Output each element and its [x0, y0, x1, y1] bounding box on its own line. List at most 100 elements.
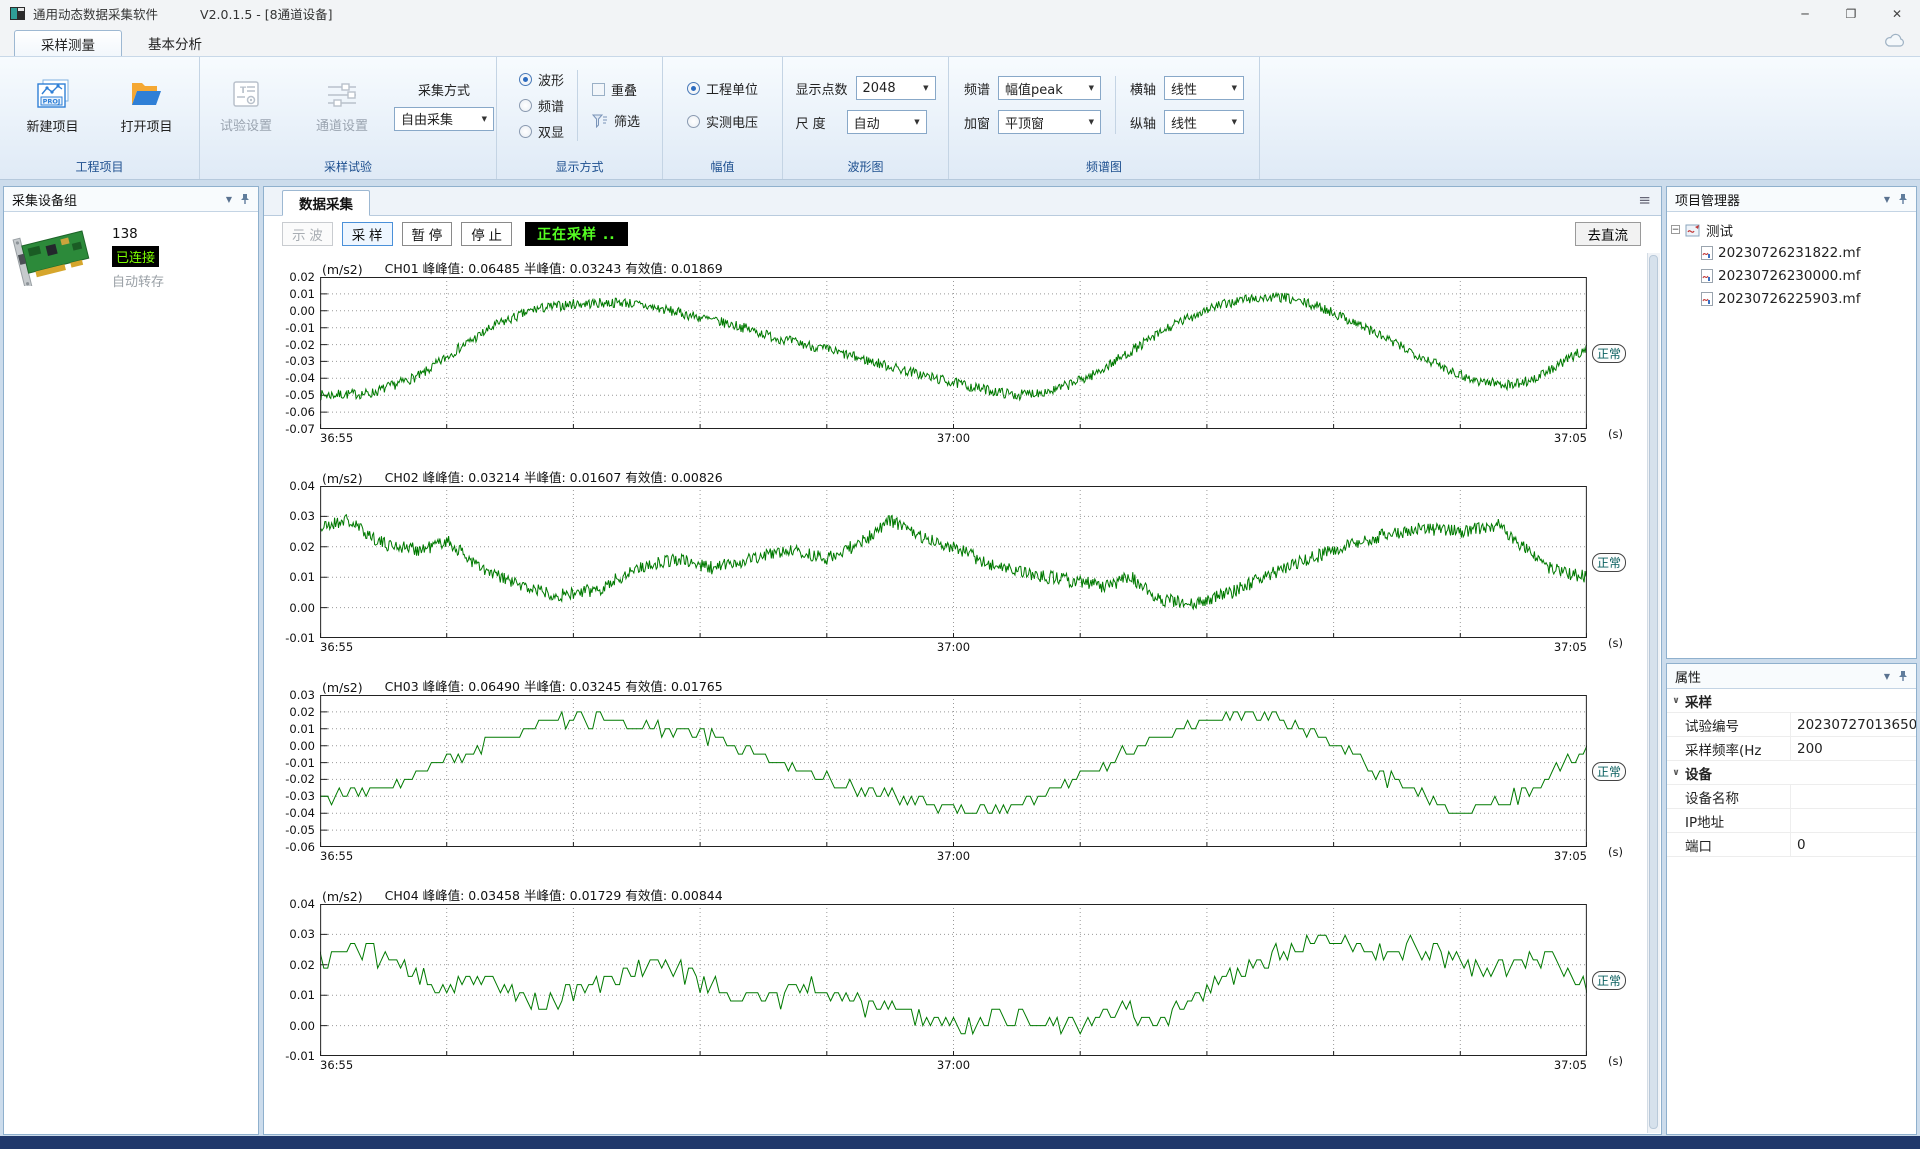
property-value: 0: [1790, 833, 1916, 856]
remove-dc-button[interactable]: 去直流: [1575, 222, 1642, 246]
y-tick-label: 0.04: [289, 479, 315, 493]
tab-basic-analysis[interactable]: 基本分析: [122, 30, 228, 56]
scale-select[interactable]: 自动▼: [847, 110, 927, 134]
y-tick-label: -0.04: [285, 371, 315, 385]
maximize-icon[interactable]: ❐: [1828, 0, 1874, 27]
spectrum-label: 频谱: [964, 79, 990, 98]
checkbox-icon: [592, 83, 605, 96]
group-project: PROJ 新建项目 打开项目: [0, 57, 200, 153]
panel-collapse-icon[interactable]: ▼: [226, 195, 232, 204]
x-tick-label: 36:55: [320, 849, 353, 863]
status-strip: [0, 1136, 1920, 1149]
radio-icon: [687, 115, 700, 128]
channel-settings-button[interactable]: 通道设置: [298, 76, 386, 134]
chart-unit-label: (m/s2): [322, 889, 363, 904]
y-tick-label: -0.06: [285, 840, 315, 854]
chevron-down-icon: ▼: [1232, 84, 1237, 92]
tree-file-item[interactable]: 20230726230000.mf: [1671, 264, 1912, 287]
window-title: 通用动态数据采集软件: [33, 4, 158, 23]
waveform-plot[interactable]: [320, 904, 1587, 1056]
waveform-plot[interactable]: [320, 695, 1587, 847]
svg-text:T: T: [240, 86, 247, 96]
new-project-button[interactable]: PROJ 新建项目: [9, 75, 97, 135]
window-label: 加窗: [964, 113, 990, 132]
overlap-checkbox[interactable]: 重叠: [592, 80, 640, 99]
file-name: 20230726225903.mf: [1718, 291, 1860, 307]
data-acquisition-panel: 数据采集 ≡ 示 波 采 样 暂 停 停 止 正在采样 .. 去直流 (m/s2…: [263, 186, 1662, 1135]
chart-block: (m/s2) CH02 峰峰值: 0.03214 半峰值: 0.01607 有效…: [272, 467, 1631, 655]
waveform-plot[interactable]: [320, 277, 1587, 429]
chevron-down-icon: ∨: [1667, 696, 1685, 706]
tree-file-item[interactable]: 20230726231822.mf: [1671, 241, 1912, 264]
pin-icon[interactable]: [240, 193, 250, 205]
chevron-down-icon: ▼: [914, 118, 919, 126]
vertical-scrollbar[interactable]: [1647, 253, 1660, 1133]
radio-dual[interactable]: 双显: [519, 122, 564, 141]
y-tick-label: -0.01: [285, 631, 315, 645]
y-tick-label: 0.02: [289, 540, 315, 554]
menu-icon[interactable]: ≡: [1638, 191, 1651, 209]
tab-data-acquisition[interactable]: 数据采集: [282, 190, 370, 216]
channel-status-badge: 正常: [1592, 971, 1626, 990]
scope-button[interactable]: 示 波: [282, 222, 333, 246]
y-tick-label: -0.01: [285, 756, 315, 770]
test-settings-button[interactable]: T 试验设置: [202, 76, 290, 134]
sampling-status-badge: 正在采样 ..: [525, 222, 628, 246]
y-tick-label: -0.03: [285, 789, 315, 803]
panel-collapse-icon[interactable]: ▼: [1884, 195, 1890, 204]
radio-measured-voltage[interactable]: 实测电压: [687, 112, 758, 131]
tree-root-test[interactable]: − 测试: [1671, 218, 1912, 241]
device-item[interactable]: 138 已连接 自动转存: [4, 212, 258, 302]
xaxis-select[interactable]: 线性▼: [1164, 76, 1244, 100]
file-name: 20230726231822.mf: [1718, 245, 1860, 261]
channel-status-badge: 正常: [1592, 344, 1626, 363]
acq-mode-select[interactable]: 自由采集▼: [394, 107, 494, 131]
chart-stats-text: CH03 峰峰值: 0.06490 半峰值: 0.03245 有效值: 0.01…: [385, 676, 723, 695]
chart-block: (m/s2) CH03 峰峰值: 0.06490 半峰值: 0.03245 有效…: [272, 676, 1631, 864]
property-group-row[interactable]: ∨设备: [1667, 761, 1916, 785]
y-tick-label: -0.01: [285, 1049, 315, 1063]
channel-settings-icon: [325, 80, 359, 110]
open-project-button[interactable]: 打开项目: [103, 75, 191, 135]
radio-engineering-unit[interactable]: 工程单位: [687, 79, 758, 98]
panel-collapse-icon[interactable]: ▼: [1884, 672, 1890, 681]
group-waveform-chart: 显示点数 2048▼ 尺 度 自动▼: [783, 57, 949, 153]
tree-file-item[interactable]: 20230726225903.mf: [1671, 287, 1912, 310]
window-select[interactable]: 平顶窗▼: [998, 110, 1101, 134]
group-label-project: 工程项目: [0, 153, 200, 179]
property-row: 试验编号20230727013650: [1667, 713, 1916, 737]
tab-sampling-measure[interactable]: 采样测量: [14, 30, 122, 56]
new-project-icon: PROJ: [35, 79, 71, 111]
scrollbar-thumb[interactable]: [1649, 255, 1658, 1129]
pin-icon[interactable]: [1898, 670, 1908, 682]
chevron-down-icon: ▼: [482, 115, 487, 123]
pause-button[interactable]: 暂 停: [402, 222, 453, 246]
cloud-icon[interactable]: [1884, 33, 1906, 48]
property-row: 采样频率(Hz200: [1667, 737, 1916, 761]
stop-button[interactable]: 停 止: [461, 222, 512, 246]
minimize-icon[interactable]: ─: [1782, 0, 1828, 27]
property-label: IP地址: [1685, 811, 1790, 831]
radio-spectrum[interactable]: 频谱: [519, 96, 564, 115]
property-group-row[interactable]: ∨采样: [1667, 689, 1916, 713]
y-tick-label: 0.03: [289, 509, 315, 523]
radio-icon: [687, 82, 700, 95]
property-row: 端口0: [1667, 833, 1916, 857]
radio-waveform[interactable]: 波形: [519, 70, 564, 89]
window-version: V2.0.1.5 - [8通道设备]: [200, 4, 332, 23]
yaxis-select[interactable]: 线性▼: [1164, 110, 1244, 134]
x-tick-label: 37:05: [1554, 431, 1587, 445]
filter-button[interactable]: 筛选: [592, 111, 640, 130]
close-icon[interactable]: ✕: [1874, 0, 1920, 27]
waveform-plot[interactable]: [320, 486, 1587, 638]
spectrum-select[interactable]: 幅值peak▼: [998, 76, 1101, 100]
points-select[interactable]: 2048▼: [856, 76, 936, 100]
sample-button[interactable]: 采 样: [342, 222, 393, 246]
y-tick-label: 0.03: [289, 688, 315, 702]
tree-expander-icon[interactable]: −: [1671, 225, 1680, 234]
x-tick-label: 36:55: [320, 431, 353, 445]
channel-status-badge: 正常: [1592, 762, 1626, 781]
property-label: 设备名称: [1685, 787, 1790, 807]
pin-icon[interactable]: [1898, 193, 1908, 205]
group-label-display-mode: 显示方式: [497, 153, 663, 179]
